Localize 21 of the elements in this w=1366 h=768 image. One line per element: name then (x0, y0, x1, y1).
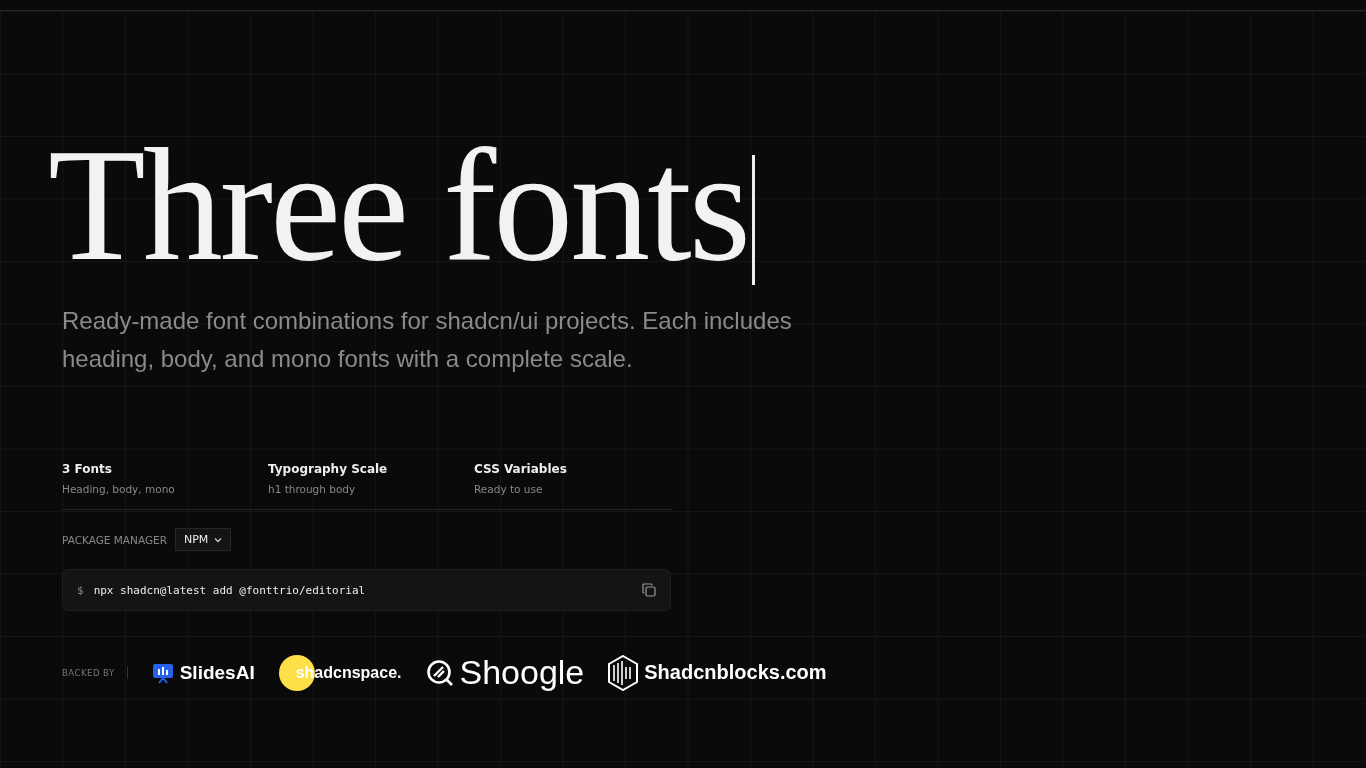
feature-title: 3 Fonts (62, 462, 113, 476)
feature-description: Ready to use (474, 483, 544, 495)
feature-description: h1 through body (268, 483, 357, 495)
presentation-icon (151, 661, 174, 684)
cube-icon (608, 654, 639, 691)
package-manager-label: PACKAGE MANAGER (62, 533, 167, 546)
sponsor-logo[interactable]: SlidesAI (151, 661, 255, 684)
chevron-down-icon (214, 536, 223, 543)
headline: Three fonts (48, 125, 749, 285)
feature-description: Heading, body, mono (62, 483, 176, 495)
command-text: npx shadcn@latest add @fonttrio/editorial (93, 583, 367, 597)
feature-title: CSS Variables (474, 462, 568, 476)
package-manager-dropdown[interactable]: NPM (174, 528, 232, 551)
prompt-symbol: $ (77, 583, 84, 597)
feature-title: Typography Scale (268, 462, 389, 476)
backed-by-label: BACKED BY (62, 667, 115, 678)
copy-icon[interactable] (642, 583, 656, 597)
search-icon (425, 658, 454, 687)
subtitle: Ready-made font combinations for shadcn/ui projects. Each includes heading, body, and mono fonts with a complete scale. (62, 306, 793, 374)
sponsor-logo[interactable]: Shadcnblocks.com (608, 654, 827, 691)
sponsor-logo[interactable]: Shoogle (425, 653, 585, 692)
